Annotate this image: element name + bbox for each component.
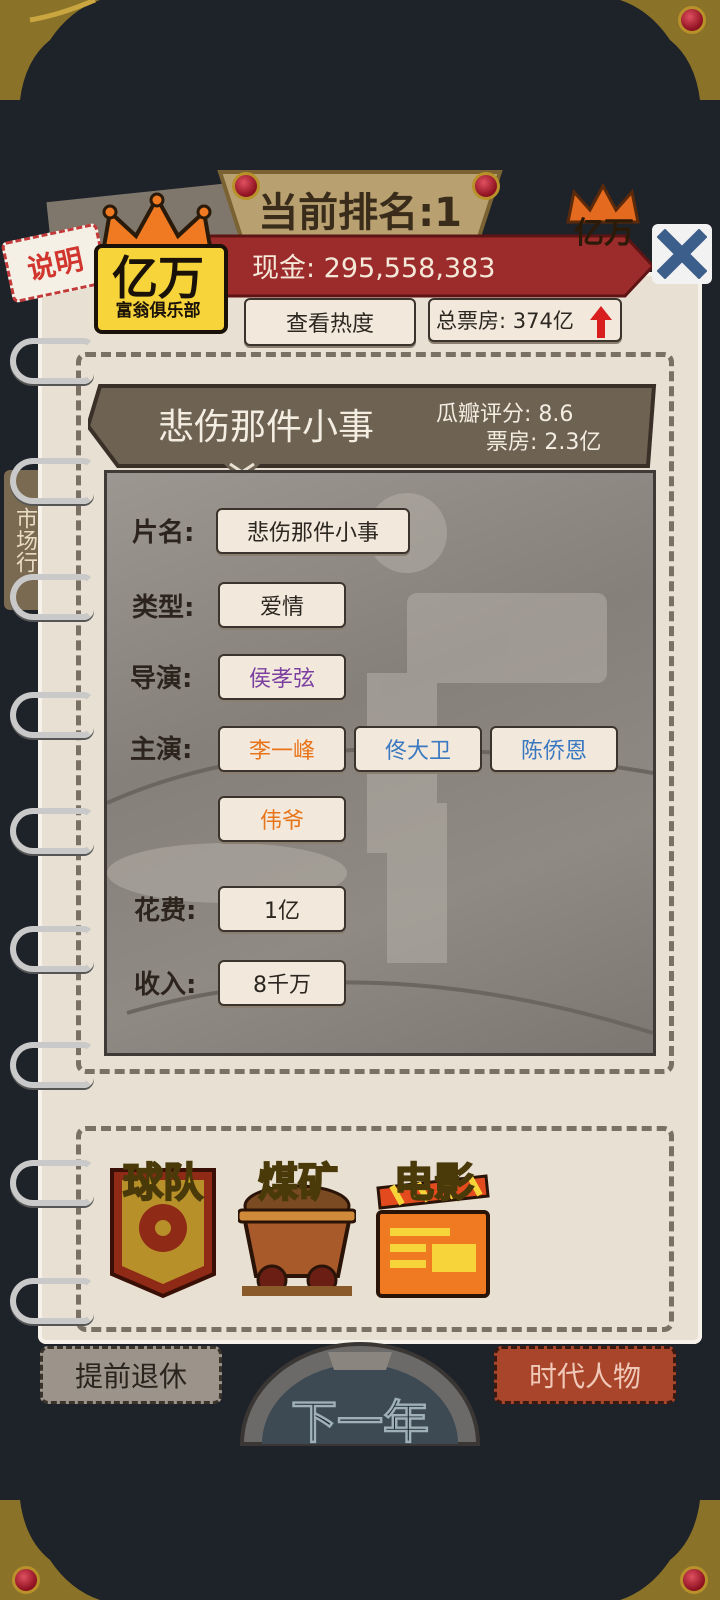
binder-ring [10, 1160, 94, 1206]
cast-label: 主演: [130, 735, 193, 765]
corner-gem-bottom-left [12, 1566, 40, 1594]
cast-member: 佟大卫 [354, 726, 482, 772]
director-value: 侯孝弦 [218, 654, 346, 700]
cost-value: 1亿 [218, 886, 346, 932]
income-label: 收入: [134, 970, 197, 1000]
binder-ring [10, 1278, 94, 1324]
binder-ring [10, 338, 94, 384]
cast-member: 伟爷 [218, 796, 346, 842]
next-year-label: 下一年 [291, 1395, 430, 1450]
cash-text: 现金: 295,558,383 [252, 253, 496, 284]
corner-ornament-top-left [0, 0, 100, 100]
genre-label: 类型: [132, 593, 195, 623]
category-coal-label: 煤矿 [257, 1159, 339, 1207]
next-year-button[interactable]: 下一年 [238, 1340, 482, 1450]
club-logo: 亿万 富翁俱乐部 [92, 192, 228, 334]
genre-value: 爱情 [218, 582, 346, 628]
logo-sub-text: 富翁俱乐部 [115, 301, 201, 321]
small-logo-text: 亿万 [574, 216, 634, 251]
era-people-button[interactable]: 时代人物 [494, 1346, 676, 1404]
corner-gem-top-right [678, 6, 706, 34]
total-box-office-text: 总票房: 374亿 [436, 309, 574, 333]
category-movie-button[interactable]: 电影 [372, 1150, 496, 1300]
director-label: 导演: [130, 664, 193, 694]
close-icon [657, 229, 707, 279]
category-coal-button[interactable]: 煤矿 [236, 1150, 360, 1300]
category-movie-label: 电影 [393, 1159, 475, 1207]
early-retire-button[interactable]: 提前退休 [40, 1346, 222, 1404]
binder-ring [10, 1042, 94, 1088]
binder-ring [10, 574, 94, 620]
rank-text: 当前排名:1 [258, 190, 462, 236]
name-value: 悲伤那件小事 [216, 508, 410, 554]
binder-ring [10, 808, 94, 854]
income-value: 8千万 [218, 960, 346, 1006]
binder-ring [10, 458, 94, 504]
view-heat-button[interactable]: 查看热度 [244, 298, 416, 346]
cast-member: 李一峰 [218, 726, 346, 772]
corner-gem-bottom-right [680, 1566, 708, 1594]
close-button[interactable] [652, 224, 712, 284]
movie-box-office: 票房: 2.3亿 [486, 430, 602, 455]
name-label: 片名: [132, 518, 195, 548]
category-team-button[interactable]: 球队 [100, 1150, 224, 1300]
up-arrow-icon [590, 306, 612, 338]
binder-ring [10, 926, 94, 972]
total-box-office: 总票房: 374亿 [428, 298, 622, 342]
cost-label: 花费: [134, 896, 197, 926]
movie-title: 悲伤那件小事 [158, 407, 375, 448]
category-team-label: 球队 [122, 1159, 204, 1207]
cast-member: 陈侨恩 [490, 726, 618, 772]
binder-ring [10, 692, 94, 738]
